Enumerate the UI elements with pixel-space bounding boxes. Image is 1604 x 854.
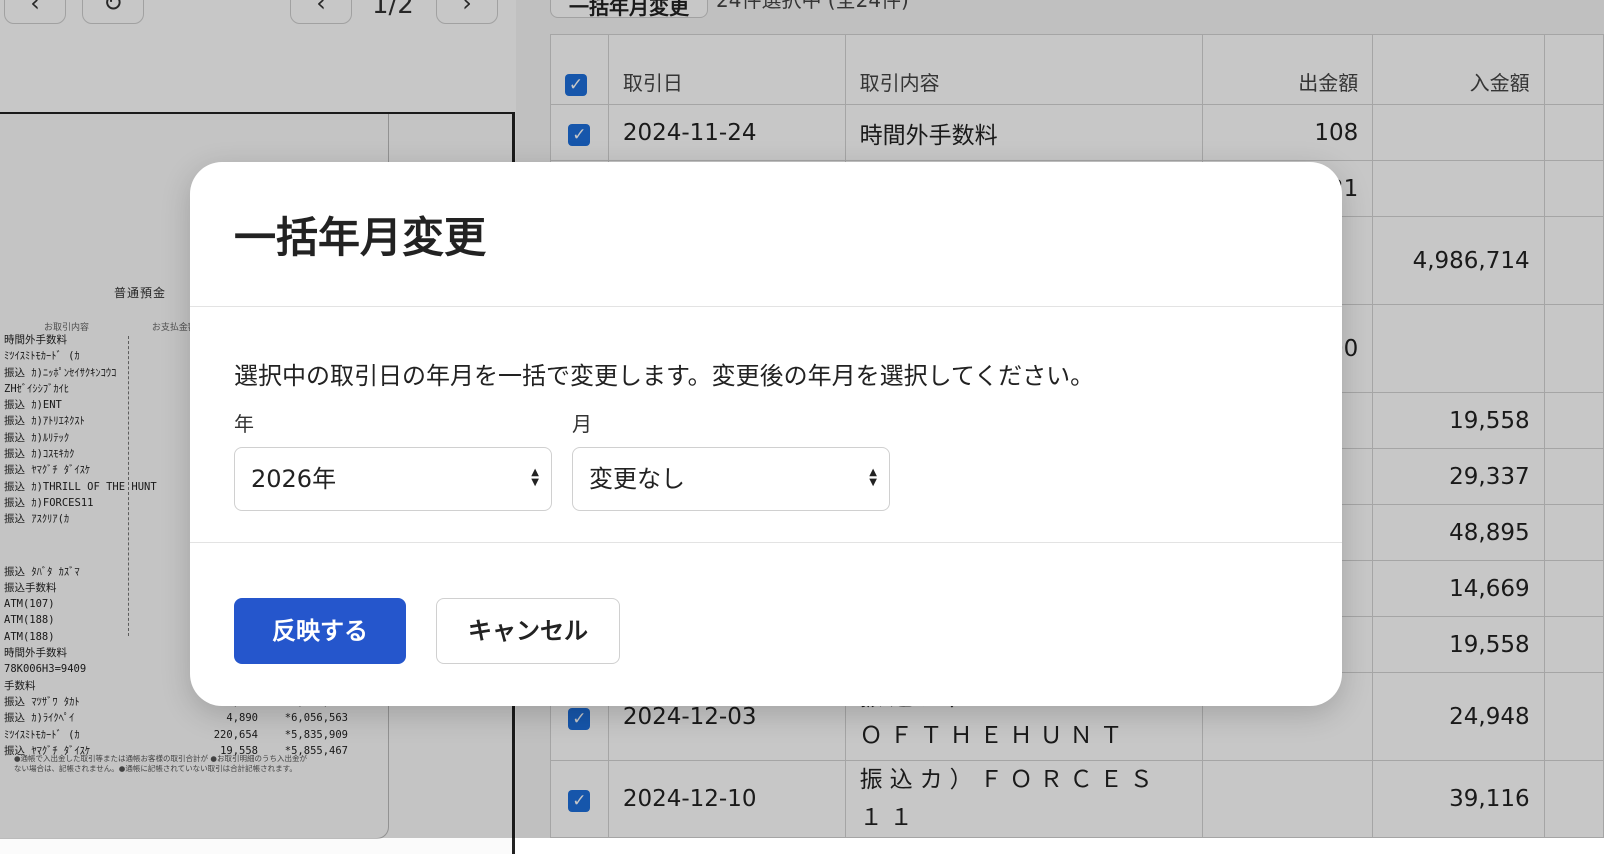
month-select-value: 変更なし bbox=[589, 465, 685, 493]
dialog-header-divider bbox=[190, 306, 1342, 307]
month-label: 月 bbox=[572, 412, 592, 436]
dialog-description: 選択中の取引日の年月を一括で変更します。変更後の年月を選択してください。 bbox=[234, 362, 1095, 390]
apply-button[interactable]: 反映する bbox=[234, 598, 406, 664]
dialog-footer-divider bbox=[190, 542, 1342, 543]
year-select-value: 2026年 bbox=[251, 465, 337, 493]
select-arrows-icon: ▲ ▼ bbox=[531, 467, 539, 488]
year-label: 年 bbox=[234, 412, 254, 436]
cancel-button[interactable]: キャンセル bbox=[436, 598, 620, 664]
bulk-date-change-dialog: 一括年月変更 選択中の取引日の年月を一括で変更します。変更後の年月を選択してくだ… bbox=[190, 162, 1342, 706]
dialog-title: 一括年月変更 bbox=[234, 213, 487, 262]
year-select[interactable]: 2026年 ▲ ▼ bbox=[234, 447, 552, 511]
month-select[interactable]: 変更なし ▲ ▼ bbox=[572, 447, 890, 511]
select-arrows-icon: ▲ ▼ bbox=[869, 467, 877, 488]
